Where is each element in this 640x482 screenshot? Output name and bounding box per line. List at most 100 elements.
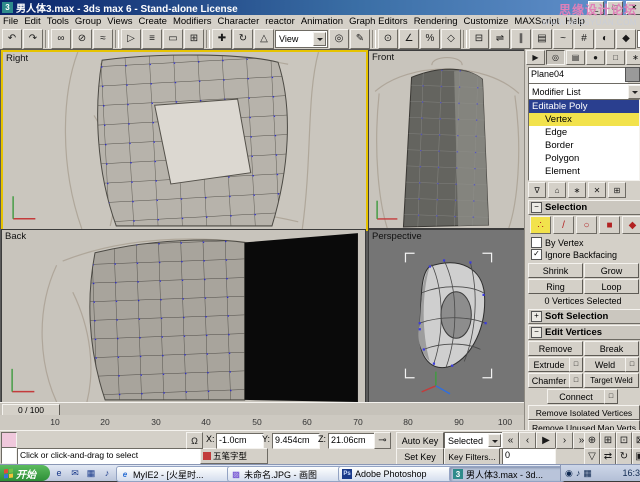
menu-file[interactable]: File bbox=[0, 16, 21, 27]
mirror-icon[interactable]: ⇌ bbox=[490, 28, 510, 49]
viewport-label-back[interactable]: Back bbox=[5, 231, 26, 242]
bind-to-space-warp-icon[interactable]: ≈ bbox=[93, 28, 113, 49]
grow-button[interactable]: Grow bbox=[584, 263, 639, 278]
border-subobject-icon[interactable]: ○ bbox=[576, 216, 597, 234]
quick-launch-media-player-icon[interactable]: ♪ bbox=[100, 466, 114, 480]
undo-icon[interactable]: ↶ bbox=[2, 28, 22, 49]
remove-isolated-vertices-button[interactable]: Remove Isolated Vertices bbox=[528, 405, 640, 420]
select-and-manipulate-icon[interactable]: ✎ bbox=[350, 28, 370, 49]
chamfer-settings-icon[interactable]: □ bbox=[569, 373, 583, 388]
redo-icon[interactable]: ↷ bbox=[23, 28, 43, 49]
quick-launch-mail-icon[interactable]: ✉ bbox=[68, 466, 82, 480]
pin-stack-icon[interactable]: ∇ bbox=[528, 182, 546, 198]
weld-button[interactable]: Weld bbox=[584, 357, 626, 372]
menu-modifiers[interactable]: Modifiers bbox=[170, 16, 215, 27]
z-coord-field[interactable]: 21.06cm bbox=[328, 433, 376, 449]
remove-button[interactable]: Remove bbox=[528, 341, 583, 356]
align-icon[interactable]: ∥ bbox=[511, 28, 531, 49]
polygon-subobject-icon[interactable]: ■ bbox=[599, 216, 620, 234]
maxscript-macro-recorder[interactable] bbox=[1, 432, 17, 448]
window-crossing-icon[interactable]: ⊞ bbox=[184, 28, 204, 49]
stack-item-vertex[interactable]: Vertex bbox=[529, 113, 639, 126]
previous-frame-icon[interactable]: ‹ bbox=[519, 432, 536, 449]
material-editor-icon[interactable]: ◐ bbox=[595, 28, 615, 49]
menu-help[interactable]: Help bbox=[562, 16, 588, 27]
y-coord-field[interactable]: 9.454cm bbox=[272, 433, 320, 449]
chamfer-button[interactable]: Chamfer bbox=[528, 373, 570, 388]
zoom-all-icon[interactable]: ⊞ bbox=[600, 432, 616, 449]
close-button[interactable]: ✕ bbox=[626, 0, 640, 15]
selection-rollout-header[interactable]: − Selection bbox=[528, 200, 640, 215]
ime-toolbar[interactable]: 五笔字型 bbox=[200, 448, 268, 464]
stack-item-border[interactable]: Border bbox=[529, 139, 639, 152]
minimize-button[interactable]: _ bbox=[588, 0, 604, 15]
zoom-extents-icon[interactable]: ⊡ bbox=[616, 432, 632, 449]
combo-arrow-icon[interactable] bbox=[313, 31, 326, 46]
viewport-back[interactable]: Back bbox=[1, 229, 366, 403]
track-bar[interactable]: 10 20 30 40 50 60 70 80 90 100 bbox=[0, 415, 524, 431]
show-end-result-icon[interactable]: ⌂ bbox=[548, 182, 566, 198]
use-pivot-point-center-icon[interactable]: ◎ bbox=[329, 28, 349, 49]
menu-maxscript[interactable]: MAXScript bbox=[511, 16, 562, 27]
quick-launch-ie-icon[interactable]: e bbox=[52, 466, 66, 480]
key-filters-button[interactable]: Key Filters... bbox=[444, 448, 500, 465]
go-to-start-icon[interactable]: « bbox=[502, 432, 519, 449]
schematic-view-icon[interactable]: # bbox=[574, 28, 594, 49]
menu-rendering[interactable]: Rendering bbox=[411, 16, 461, 27]
menu-tools[interactable]: Tools bbox=[44, 16, 72, 27]
select-and-scale-icon[interactable]: △ bbox=[254, 28, 274, 49]
zoom-extents-all-icon[interactable]: ⊠ bbox=[632, 432, 640, 449]
menu-graph-editors[interactable]: Graph Editors bbox=[346, 16, 411, 27]
modify-tab-icon[interactable]: ◎ bbox=[546, 50, 565, 65]
connect-settings-icon[interactable]: □ bbox=[604, 389, 618, 404]
spinner-snap-toggle-icon[interactable]: ◇ bbox=[441, 28, 461, 49]
snap-toggle-3d-icon[interactable]: ⊙ bbox=[378, 28, 398, 49]
reference-coordinate-system-combo[interactable]: View bbox=[275, 29, 328, 48]
menu-animation[interactable]: Animation bbox=[298, 16, 346, 27]
make-unique-icon[interactable]: ∗ bbox=[568, 182, 586, 198]
stack-item-edge[interactable]: Edge bbox=[529, 126, 639, 139]
by-vertex-checkbox[interactable] bbox=[531, 237, 542, 248]
stack-item-editable-poly[interactable]: Editable Poly bbox=[529, 100, 639, 113]
soft-selection-rollout-header[interactable]: + Soft Selection bbox=[528, 309, 640, 324]
select-object-icon[interactable]: ▷ bbox=[121, 28, 141, 49]
select-and-link-icon[interactable]: ∞ bbox=[51, 28, 71, 49]
tray-icon-2[interactable]: ♪ bbox=[576, 468, 581, 478]
tray-icon-1[interactable]: ◉ bbox=[565, 468, 573, 479]
quick-launch-show-desktop-icon[interactable]: ▦ bbox=[84, 466, 98, 480]
play-animation-icon[interactable]: ▶ bbox=[536, 432, 556, 449]
combo-arrow-icon[interactable] bbox=[628, 85, 640, 99]
menu-group[interactable]: Group bbox=[72, 16, 104, 27]
arc-rotate-icon[interactable]: ↻ bbox=[616, 448, 632, 465]
viewport-label-perspective[interactable]: Perspective bbox=[372, 231, 422, 242]
zoom-icon[interactable]: ⊕ bbox=[584, 432, 600, 449]
curve-editor-icon[interactable]: ~ bbox=[553, 28, 573, 49]
menu-create[interactable]: Create bbox=[135, 16, 170, 27]
display-tab-icon[interactable]: □ bbox=[606, 50, 625, 65]
configure-modifier-sets-icon[interactable]: ⊞ bbox=[608, 182, 626, 198]
object-name-field[interactable]: Plane04 bbox=[528, 67, 628, 84]
ignore-backfacing-checkbox[interactable]: ✓ bbox=[531, 249, 542, 260]
rectangular-selection-region-icon[interactable]: ▭ bbox=[163, 28, 183, 49]
viewport-front[interactable]: Front bbox=[368, 50, 525, 229]
angle-snap-toggle-icon[interactable]: ∠ bbox=[399, 28, 419, 49]
utilities-tab-icon[interactable]: ∗ bbox=[626, 50, 640, 65]
layer-manager-icon[interactable]: ▤ bbox=[532, 28, 552, 49]
percent-snap-toggle-icon[interactable]: % bbox=[420, 28, 440, 49]
edge-subobject-icon[interactable]: / bbox=[553, 216, 574, 234]
viewport-perspective[interactable]: Perspective bbox=[368, 229, 525, 403]
viewport-label-front[interactable]: Front bbox=[372, 52, 394, 63]
break-button[interactable]: Break bbox=[584, 341, 639, 356]
connect-button[interactable]: Connect bbox=[547, 389, 605, 404]
target-weld-button[interactable]: Target Weld bbox=[584, 373, 639, 388]
start-button[interactable]: 开始 bbox=[0, 465, 50, 481]
select-by-name-icon[interactable]: ≡ bbox=[142, 28, 162, 49]
current-frame-field[interactable]: 0 bbox=[502, 448, 556, 465]
extrude-button[interactable]: Extrude bbox=[528, 357, 570, 372]
viewport-right[interactable]: Right bbox=[1, 50, 368, 231]
shrink-button[interactable]: Shrink bbox=[528, 263, 583, 278]
menu-views[interactable]: Views bbox=[104, 16, 135, 27]
auto-key-button[interactable]: Auto Key bbox=[396, 432, 444, 449]
weld-settings-icon[interactable]: □ bbox=[625, 357, 639, 372]
edit-named-selections-icon[interactable]: ⊟ bbox=[469, 28, 489, 49]
